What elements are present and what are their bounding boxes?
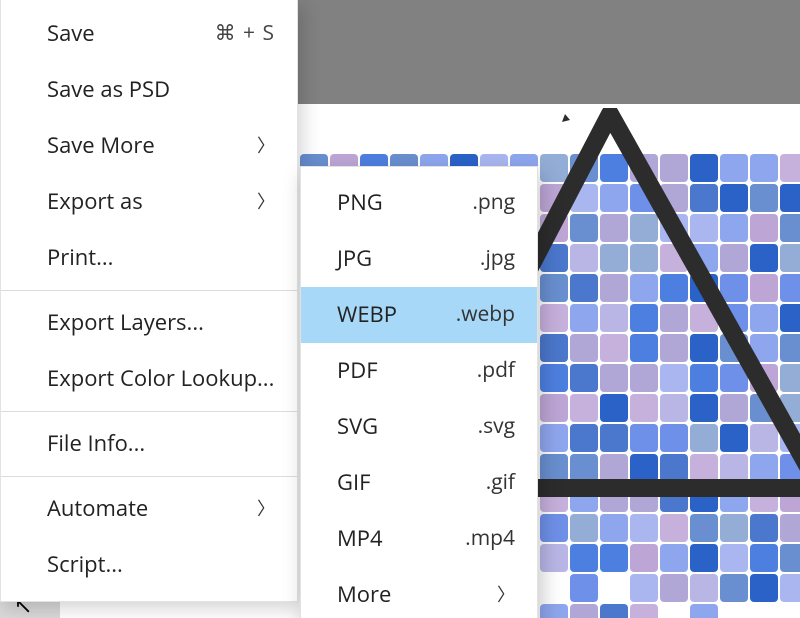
export-ext: .gif — [486, 468, 515, 496]
menu-label: File Info... — [47, 428, 145, 458]
menu-separator — [1, 411, 297, 412]
export-ext: .svg — [478, 412, 515, 440]
export-ext: .webp — [456, 300, 515, 328]
menu-item-save[interactable]: Save ⌘ + S — [1, 6, 297, 62]
chevron-right-icon: 〉 — [497, 581, 515, 607]
menu-label: Export Color Lookup... — [47, 363, 274, 393]
chevron-right-icon: 〉 — [257, 495, 275, 521]
menu-label: Save — [47, 18, 95, 48]
export-option-jpg[interactable]: JPG .jpg — [301, 231, 537, 287]
menu-item-print[interactable]: Print... — [1, 230, 297, 286]
menu-item-automate[interactable]: Automate 〉 — [1, 481, 297, 537]
menu-item-export-as[interactable]: Export as 〉 — [1, 174, 297, 230]
menu-label: Export as — [47, 186, 143, 216]
chevron-right-icon: 〉 — [257, 188, 275, 214]
export-option-png[interactable]: PNG .png — [301, 175, 537, 231]
export-ext: .mp4 — [465, 524, 515, 552]
export-label: GIF — [337, 467, 371, 497]
export-option-svg[interactable]: SVG .svg — [301, 399, 537, 455]
export-label: JPG — [337, 243, 372, 273]
menu-item-save-more[interactable]: Save More 〉 — [1, 118, 297, 174]
menu-item-export-clut[interactable]: Export Color Lookup... — [1, 351, 297, 407]
menu-item-script[interactable]: Script... — [1, 537, 297, 593]
file-menu: Save ⌘ + S Save as PSD Save More 〉 Expor… — [0, 0, 298, 602]
menu-label: Automate — [47, 493, 148, 523]
menu-label: Save More — [47, 130, 155, 160]
export-label: WEBP — [337, 299, 397, 329]
export-label: PNG — [337, 187, 383, 217]
menu-item-export-layers[interactable]: Export Layers... — [1, 295, 297, 351]
export-label: More — [337, 579, 391, 609]
export-ext: .jpg — [480, 244, 515, 272]
chevron-right-icon: 〉 — [257, 132, 275, 158]
menu-label: Export Layers... — [47, 307, 204, 337]
export-option-pdf[interactable]: PDF .pdf — [301, 343, 537, 399]
menu-item-save-psd[interactable]: Save as PSD — [1, 62, 297, 118]
menu-item-file-info[interactable]: File Info... — [1, 416, 297, 472]
export-option-more[interactable]: More 〉 — [301, 567, 537, 618]
export-label: PDF — [337, 355, 378, 385]
menu-separator — [1, 290, 297, 291]
menu-label: Print... — [47, 242, 113, 272]
menu-label: Script... — [47, 549, 123, 579]
export-ext: .png — [472, 188, 515, 216]
export-label: SVG — [337, 411, 378, 441]
export-ext: .pdf — [477, 356, 515, 384]
menu-separator — [1, 476, 297, 477]
export-as-submenu: PNG .png JPG .jpg WEBP .webp PDF .pdf SV… — [300, 166, 538, 618]
export-option-gif[interactable]: GIF .gif — [301, 455, 537, 511]
shortcut-text: ⌘ + S — [215, 19, 275, 47]
menu-label: Save as PSD — [47, 74, 170, 104]
export-option-mp4[interactable]: MP4 .mp4 — [301, 511, 537, 567]
export-option-webp[interactable]: WEBP .webp — [301, 287, 537, 343]
export-label: MP4 — [337, 523, 383, 553]
